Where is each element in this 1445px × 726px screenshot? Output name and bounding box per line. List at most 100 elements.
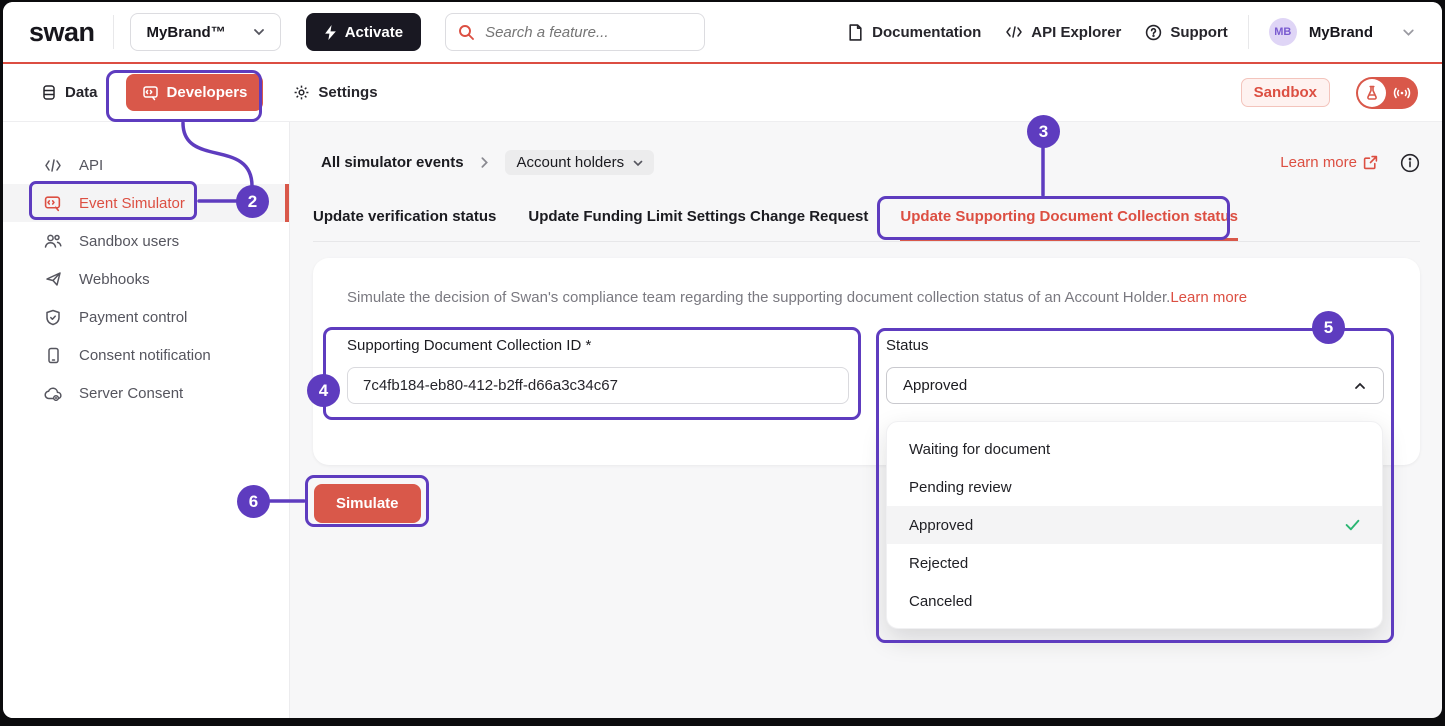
breadcrumb-root[interactable]: All simulator events (321, 154, 464, 171)
nav-item-data[interactable]: Data (41, 84, 98, 101)
chevron-up-icon (1353, 379, 1367, 393)
option-label: Canceled (909, 593, 972, 610)
status-select[interactable]: Approved (886, 367, 1384, 404)
status-group: Status Approved Waiting for document (886, 337, 1384, 404)
collection-id-group: Supporting Document Collection ID * (347, 337, 849, 404)
status-option-pending[interactable]: Pending review (887, 468, 1382, 506)
simulate-button[interactable]: Simulate (314, 484, 421, 523)
chevron-down-icon (632, 157, 644, 169)
search-input[interactable] (485, 24, 692, 41)
account-name: MyBrand (1309, 24, 1373, 41)
documentation-label: Documentation (872, 24, 981, 41)
brand-selector-label: MyBrand™ (147, 24, 226, 41)
swan-logo: swan (29, 17, 95, 48)
status-dropdown-menu: Waiting for document Pending review Appr… (886, 421, 1383, 629)
support-label: Support (1170, 24, 1228, 41)
sidebar-item-webhooks[interactable]: Webhooks (3, 260, 289, 298)
app-window: swan MyBrand™ Activate D (3, 2, 1442, 718)
nav-data-label: Data (65, 84, 98, 101)
account-menu[interactable]: MB MyBrand (1269, 18, 1416, 46)
document-icon (847, 24, 864, 41)
sidebar-item-server-consent[interactable]: Server Consent (3, 374, 289, 412)
nav-developers-label: Developers (167, 84, 248, 101)
avatar: MB (1269, 18, 1297, 46)
api-explorer-label: API Explorer (1031, 24, 1121, 41)
sandbox-badge: Sandbox (1241, 78, 1330, 107)
breadcrumb-current: Account holders (517, 154, 625, 171)
sidebar-item-event-simulator[interactable]: Event Simulator (3, 184, 289, 222)
status-label: Status (886, 337, 1384, 357)
tab-update-supporting-document[interactable]: Update Supporting Document Collection st… (900, 208, 1238, 241)
learn-more-inline-link[interactable]: Learn more (1170, 289, 1247, 306)
sidebar-item-label: Event Simulator (79, 195, 185, 212)
sidebar-item-label: Consent notification (79, 347, 211, 364)
status-option-waiting[interactable]: Waiting for document (887, 430, 1382, 468)
sidebar-item-label: Webhooks (79, 271, 150, 288)
sidebar-item-label: Sandbox users (79, 233, 179, 250)
tab-update-verification-status[interactable]: Update verification status (313, 208, 496, 241)
brand-selector[interactable]: MyBrand™ (130, 13, 281, 51)
sidebar-item-api[interactable]: API (3, 146, 289, 184)
status-option-approved[interactable]: Approved (887, 506, 1382, 544)
status-option-rejected[interactable]: Rejected (887, 544, 1382, 582)
nav-item-developers[interactable]: Developers (126, 74, 264, 111)
sidebar-item-consent-notification[interactable]: Consent notification (3, 336, 289, 374)
collection-id-label: Supporting Document Collection ID * (347, 337, 849, 357)
header-right: Documentation API Explorer Support MB My… (823, 15, 1416, 49)
description-text: Simulate the decision of Swan's complian… (347, 289, 1170, 306)
activate-label: Activate (345, 24, 403, 41)
status-option-canceled[interactable]: Canceled (887, 582, 1382, 620)
event-simulator-icon (43, 195, 63, 212)
users-icon (43, 233, 63, 249)
simulator-form-card: Simulate the decision of Swan's complian… (313, 258, 1420, 465)
flask-icon (1358, 79, 1386, 107)
project-nav: Data Developers Settings Sandbox (3, 64, 1442, 122)
sidebar: API Event Simulator Sandbox users Webhoo… (3, 122, 290, 718)
option-label: Rejected (909, 555, 968, 572)
main-content: All simulator events Account holders Lea… (290, 122, 1442, 718)
option-label: Waiting for document (909, 441, 1050, 458)
dev-console-icon (142, 85, 159, 101)
breadcrumb: All simulator events Account holders Lea… (313, 150, 1420, 175)
option-label: Approved (909, 517, 973, 534)
header-divider (113, 15, 114, 49)
api-explorer-link[interactable]: API Explorer (1005, 24, 1121, 41)
database-icon (41, 84, 57, 101)
collection-id-input[interactable] (347, 367, 849, 404)
gear-icon (293, 84, 310, 101)
sidebar-item-payment-control[interactable]: Payment control (3, 298, 289, 336)
shield-check-icon (43, 309, 63, 326)
chevron-down-icon (252, 25, 266, 39)
status-selected-value: Approved (903, 377, 967, 394)
code-icon (1005, 25, 1023, 39)
feature-search[interactable] (445, 13, 705, 51)
learn-more-label: Learn more (1280, 154, 1357, 171)
chevron-down-icon (1401, 25, 1416, 40)
activate-button[interactable]: Activate (306, 13, 421, 51)
lightning-icon (324, 25, 337, 40)
environment-toggle[interactable] (1356, 77, 1418, 109)
tab-update-funding-limit[interactable]: Update Funding Limit Settings Change Req… (528, 208, 868, 241)
external-link-icon (1363, 155, 1378, 170)
smartphone-icon (43, 347, 63, 364)
code-icon (43, 159, 63, 172)
support-link[interactable]: Support (1145, 24, 1228, 41)
form-description: Simulate the decision of Swan's complian… (347, 288, 1384, 308)
learn-more-link[interactable]: Learn more (1280, 154, 1378, 171)
chevron-right-icon (478, 156, 491, 169)
check-icon (1345, 519, 1360, 531)
help-icon (1145, 24, 1162, 41)
sidebar-item-label: API (79, 157, 103, 174)
top-header: swan MyBrand™ Activate D (3, 2, 1442, 62)
sidebar-item-sandbox-users[interactable]: Sandbox users (3, 222, 289, 260)
nav-settings-label: Settings (318, 84, 377, 101)
sidebar-item-label: Payment control (79, 309, 187, 326)
documentation-link[interactable]: Documentation (847, 24, 981, 41)
live-signal-icon (1392, 86, 1412, 100)
breadcrumb-category-select[interactable]: Account holders (505, 150, 655, 175)
event-tabs: Update verification status Update Fundin… (313, 208, 1420, 242)
paper-plane-icon (43, 271, 63, 287)
nav-item-settings[interactable]: Settings (293, 84, 377, 101)
info-icon[interactable] (1400, 153, 1420, 173)
cloud-icon (43, 386, 63, 401)
